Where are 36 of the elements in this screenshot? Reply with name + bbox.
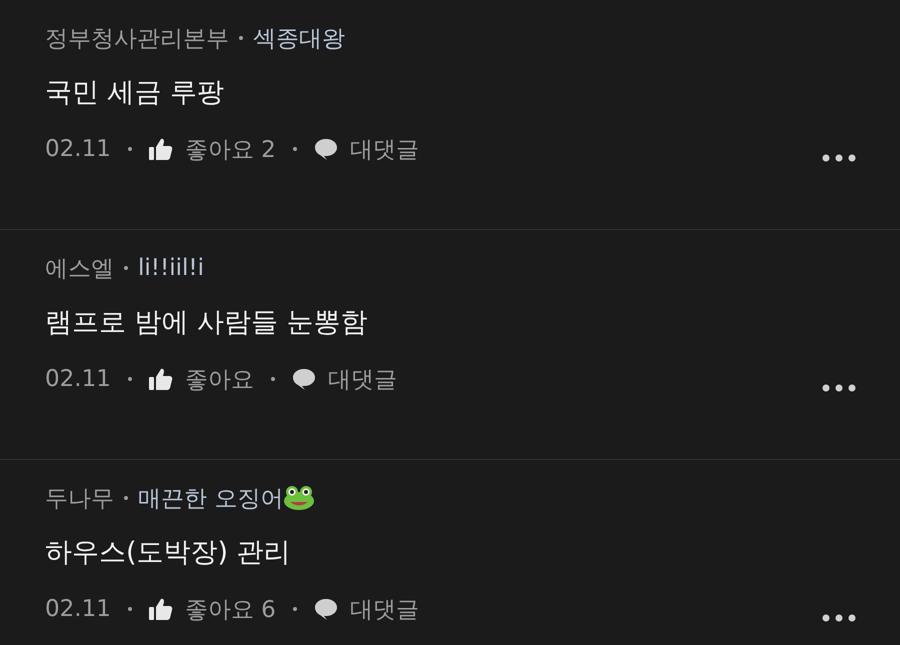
- comment-text: 국민 세금 루팡: [45, 76, 226, 110]
- separator-dot: [270, 377, 275, 381]
- separator-dot: [128, 377, 132, 381]
- separator-dot: [128, 147, 132, 151]
- separator-dot: [124, 496, 128, 500]
- like-button[interactable]: 좋아요 2: [184, 134, 276, 164]
- comment-text: 램프로 밤에 사람들 눈뽕함: [45, 306, 369, 340]
- separator-dot: [292, 147, 297, 151]
- comment-text: 하우스(도박장) 관리: [45, 536, 292, 570]
- comment-nickname[interactable]: 매끈한 오징어: [138, 482, 284, 514]
- speech-bubble-icon[interactable]: [314, 598, 338, 620]
- more-options-icon[interactable]: [822, 384, 858, 392]
- comment-author[interactable]: 에스엘: [45, 252, 114, 284]
- separator-dot: [124, 266, 128, 270]
- more-options-icon[interactable]: [822, 154, 858, 162]
- thumbs-up-icon[interactable]: [148, 598, 173, 620]
- separator-dot: [292, 607, 297, 611]
- speech-bubble-icon[interactable]: [314, 138, 338, 160]
- like-button[interactable]: 좋아요 6: [184, 594, 276, 624]
- more-options-icon[interactable]: [822, 614, 858, 622]
- reply-button[interactable]: 대댓글: [350, 594, 419, 624]
- separator-dot: [239, 36, 243, 40]
- comment-author[interactable]: 정부청사관리본부: [45, 22, 229, 54]
- comment-date: 02.11: [45, 596, 111, 622]
- comment-nickname[interactable]: li!!iil!i: [138, 255, 204, 281]
- separator-dot: [128, 607, 132, 611]
- like-button[interactable]: 좋아요: [184, 364, 254, 394]
- speech-bubble-icon[interactable]: [292, 368, 316, 390]
- thumbs-up-icon[interactable]: [148, 368, 173, 390]
- reply-button[interactable]: 대댓글: [328, 364, 397, 394]
- comment-author[interactable]: 두나무: [45, 482, 114, 514]
- reply-button[interactable]: 대댓글: [350, 134, 419, 164]
- comment-date: 02.11: [45, 366, 111, 392]
- thumbs-up-icon[interactable]: [148, 138, 173, 160]
- comment-date: 02.11: [45, 136, 111, 162]
- comment-nickname[interactable]: 섹종대왕: [253, 22, 345, 54]
